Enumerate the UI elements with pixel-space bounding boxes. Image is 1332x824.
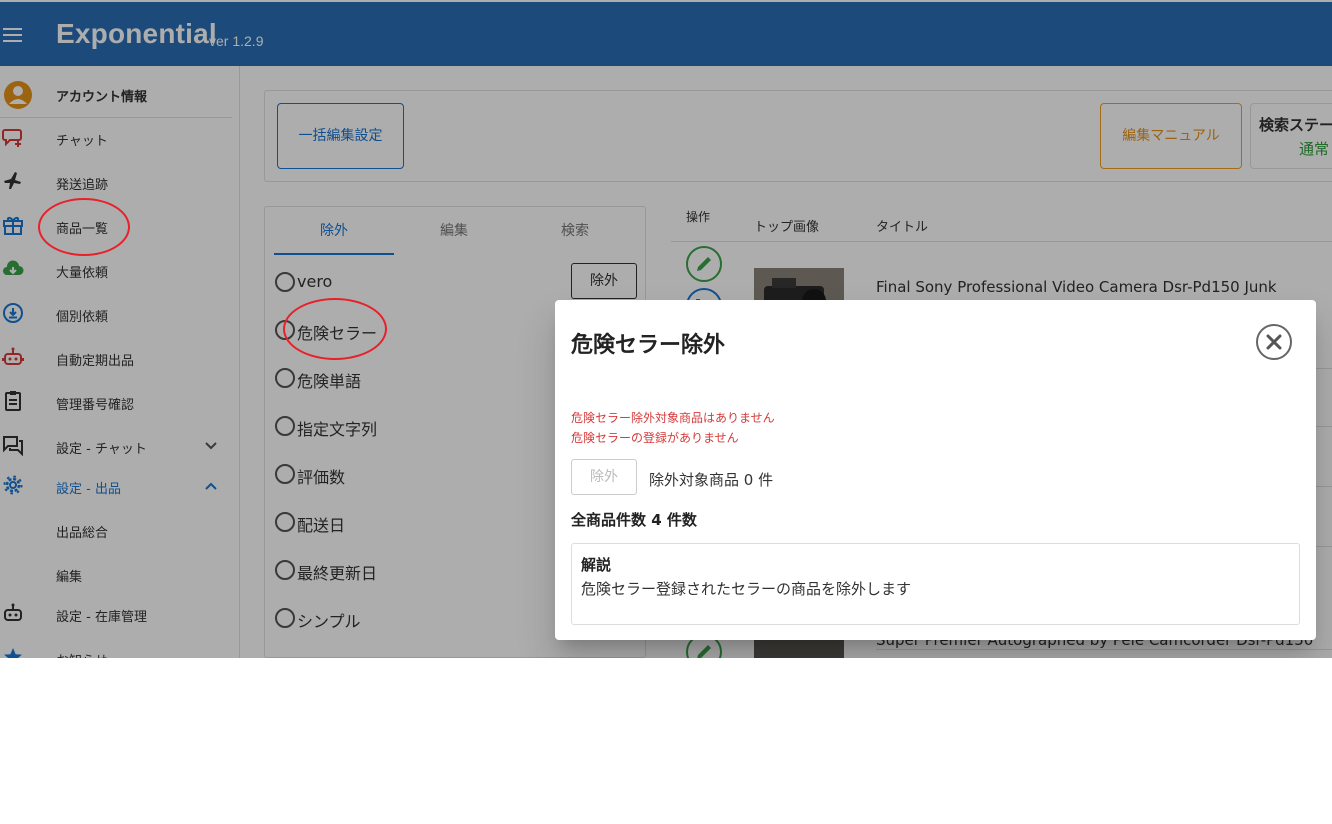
dialog-title: 危険セラー除外: [571, 333, 726, 358]
explanation-box: 解説 危険セラー登録されたセラーの商品を除外します: [571, 543, 1300, 625]
error-message: 危険セラー除外対象商品はありません: [571, 411, 775, 425]
annotation-circle: [283, 298, 387, 360]
error-message: 危険セラーの登録がありません: [571, 431, 739, 445]
explanation-heading: 解説: [581, 556, 612, 574]
exclude-target-count: 除外対象商品 0 件: [649, 471, 774, 489]
annotation-circle: [38, 198, 130, 256]
app-root: Exponential ver 1.2.9 アカウント情報 チャット 発送追跡: [0, 0, 1332, 658]
total-product-count: 全商品件数 4 件数: [571, 511, 697, 529]
dialog-exclude-button[interactable]: 除外: [571, 459, 637, 495]
dangerous-seller-exclude-dialog: 危険セラー除外 危険セラー除外対象商品はありません 危険セラーの登録がありません…: [555, 300, 1316, 640]
explanation-body: 危険セラー登録されたセラーの商品を除外します: [581, 580, 912, 598]
close-icon[interactable]: [1256, 324, 1292, 360]
